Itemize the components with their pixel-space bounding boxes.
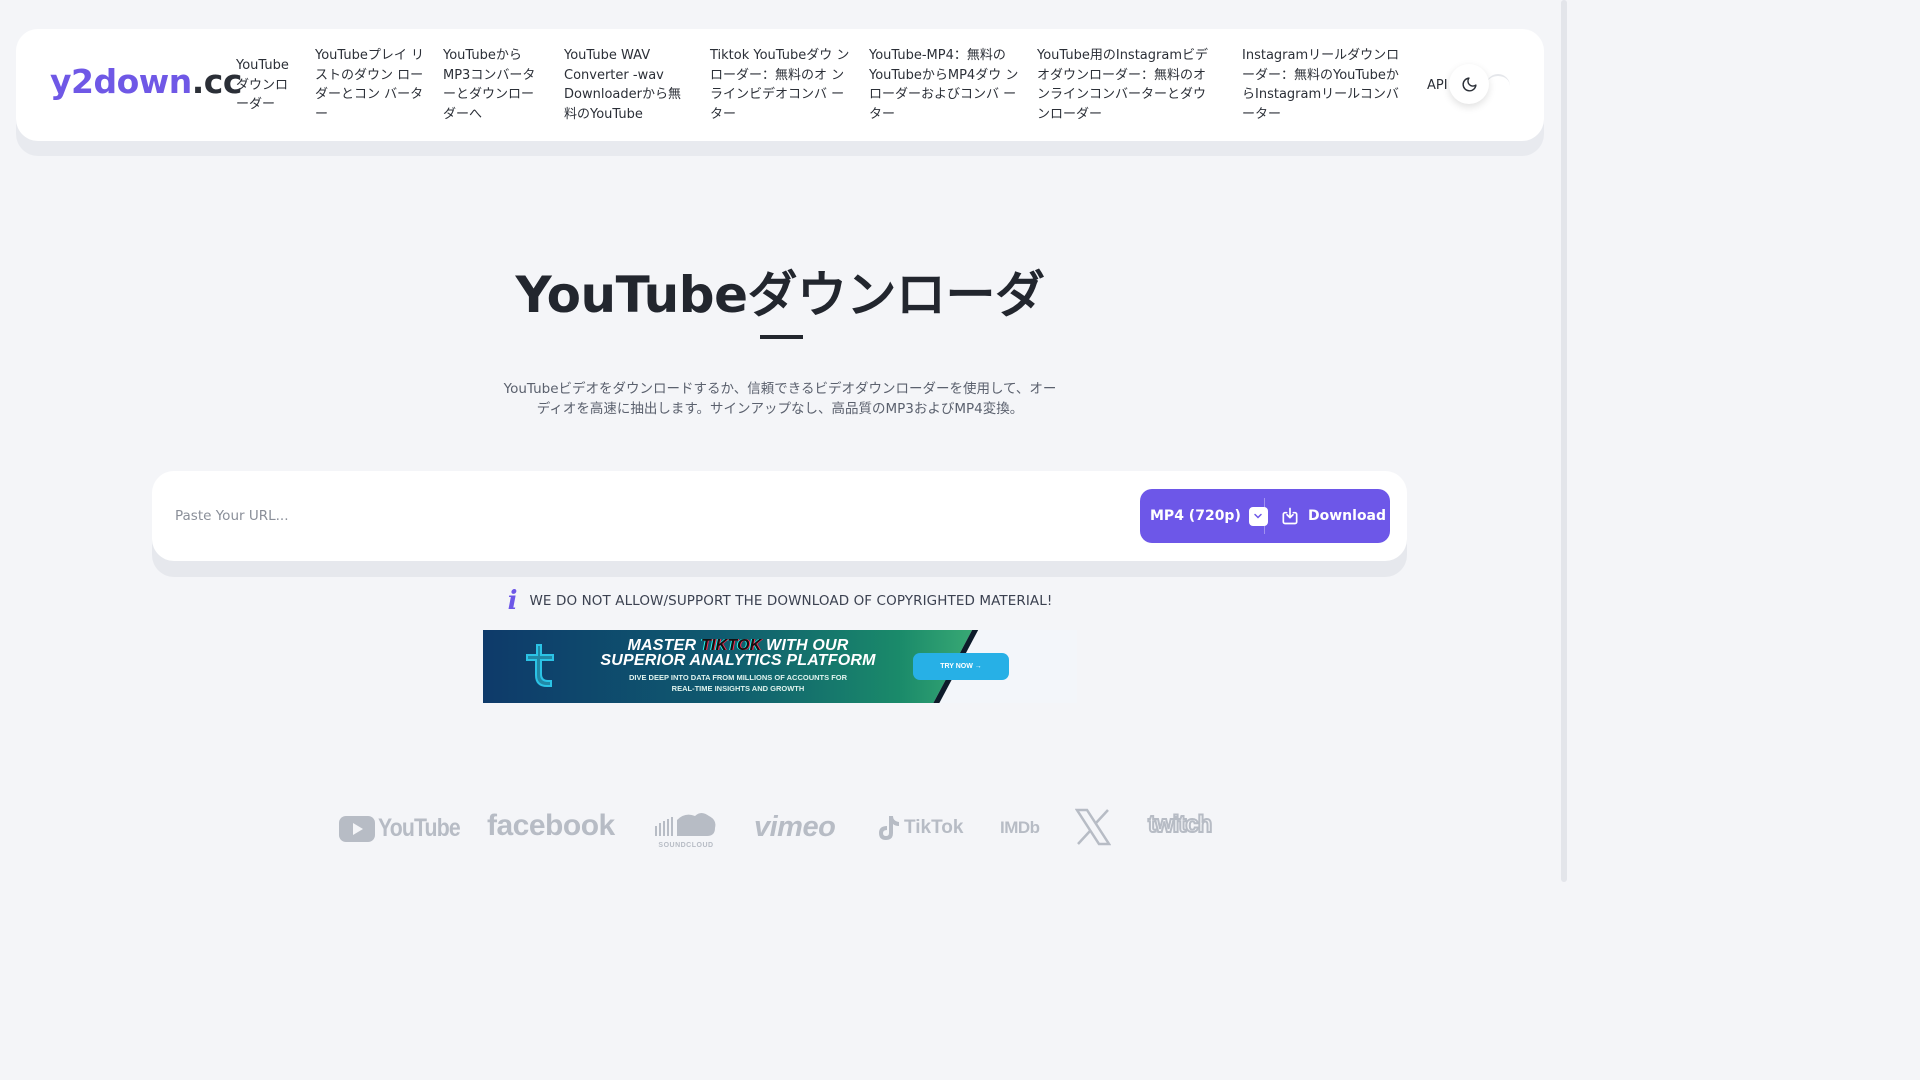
nav-mp4-downloader[interactable]: YouTube-MP4：無料の YouTubeからMP4ダウ ンローダーおよびコ… bbox=[869, 46, 1019, 124]
ad-headline-2: SUPERIOR ANALYTICS PLATFORM bbox=[600, 652, 876, 669]
title-underline bbox=[760, 335, 803, 339]
twitch-logo: twitch bbox=[1147, 810, 1213, 839]
tiktok-note-icon bbox=[879, 816, 899, 840]
download-label: Download bbox=[1308, 508, 1387, 524]
page-subtitle: YouTubeビデオをダウンロードするか、信頼できるビデオダウンローダーを使用し… bbox=[503, 381, 1057, 417]
ad-banner[interactable]: MASTER TIKTOK WITH OUR SUPERIOR ANALYTIC… bbox=[483, 630, 1077, 703]
scrollbar[interactable] bbox=[1559, 0, 1568, 882]
facebook-logo: facebook bbox=[487, 809, 615, 842]
nav-instagram-reels-downloader[interactable]: Instagramリールダウンロ ーダー：無料のYouTubeか らInstag… bbox=[1242, 46, 1410, 124]
theme-toggle-button[interactable] bbox=[1449, 64, 1489, 104]
format-selected-label: MP4 (720p) bbox=[1150, 508, 1241, 524]
info-icon: i bbox=[507, 586, 518, 616]
action-divider bbox=[1264, 498, 1265, 534]
site-logo[interactable]: y2down.cc bbox=[50, 62, 242, 101]
url-input[interactable] bbox=[175, 503, 1075, 529]
download-button[interactable]: Download bbox=[1280, 489, 1386, 543]
nav-mp3-converter[interactable]: YouTubeから MP3コンバータ ーとダウンロー ダーへ bbox=[443, 46, 549, 124]
x-logo bbox=[1074, 808, 1112, 851]
nav-wav-converter[interactable]: YouTube WAV Converter -wav Downloaderから無… bbox=[564, 46, 692, 124]
ad-subtext-2: REAL-TIME INSIGHTS AND GROWTH bbox=[671, 684, 805, 693]
nav-tiktok-downloader[interactable]: Tiktok YouTubeダウ ンローダー：無料のオ ンラインビデオコンバ ー… bbox=[710, 46, 852, 124]
moon-icon bbox=[1462, 76, 1477, 91]
nav-instagram-video-downloader[interactable]: YouTube用のInstagramビデ オダウンローダー：無料のオ ンラインコ… bbox=[1037, 46, 1217, 124]
nav-youtube-downloader[interactable]: YouTube ダウンロ ーダー bbox=[236, 56, 298, 115]
soundcloud-cloud-icon bbox=[655, 813, 716, 836]
ad-cta-button[interactable]: TRY NOW → bbox=[913, 653, 1009, 680]
x-icon bbox=[1074, 808, 1112, 846]
copyright-notice: i WE DO NOT ALLOW/SUPPORT THE DOWNLOAD O… bbox=[0, 588, 1560, 614]
ad-subtext-1: DIVE DEEP INTO DATA FROM MILLIONS OF ACC… bbox=[628, 673, 848, 682]
soundcloud-logo: SOUNDCLOUD bbox=[655, 810, 717, 849]
youtube-play-icon bbox=[339, 815, 375, 842]
nav-api[interactable]: API bbox=[1427, 76, 1448, 96]
action-group: MP4 (720p) Download bbox=[1140, 489, 1390, 543]
supported-platforms: YouTube facebook SOUNDCLOUD vimeo TikTok… bbox=[0, 805, 1560, 855]
notice-text: WE DO NOT ALLOW/SUPPORT THE DOWNLOAD OF … bbox=[529, 593, 1053, 609]
youtube-logo: YouTube bbox=[339, 814, 474, 843]
imdb-logo: IMDb bbox=[1000, 818, 1040, 837]
chevron-down-icon bbox=[1248, 506, 1268, 526]
nav-playlist-downloader[interactable]: YouTubeプレイ リストのダウン ローダーとコン バーター bbox=[315, 46, 425, 124]
logo-tld: .cc bbox=[191, 62, 243, 101]
download-icon bbox=[1282, 507, 1298, 525]
format-select[interactable]: MP4 (720p) bbox=[1150, 489, 1268, 543]
scrollbar-thumb[interactable] bbox=[1561, 0, 1567, 882]
vimeo-logo: vimeo bbox=[754, 811, 836, 843]
tiktok-analytics-logo bbox=[526, 644, 554, 687]
logo-brand: y2down bbox=[50, 62, 192, 101]
tiktok-logo: TikTok bbox=[878, 815, 963, 841]
page-title: YouTubeダウンローダ bbox=[515, 266, 1045, 324]
